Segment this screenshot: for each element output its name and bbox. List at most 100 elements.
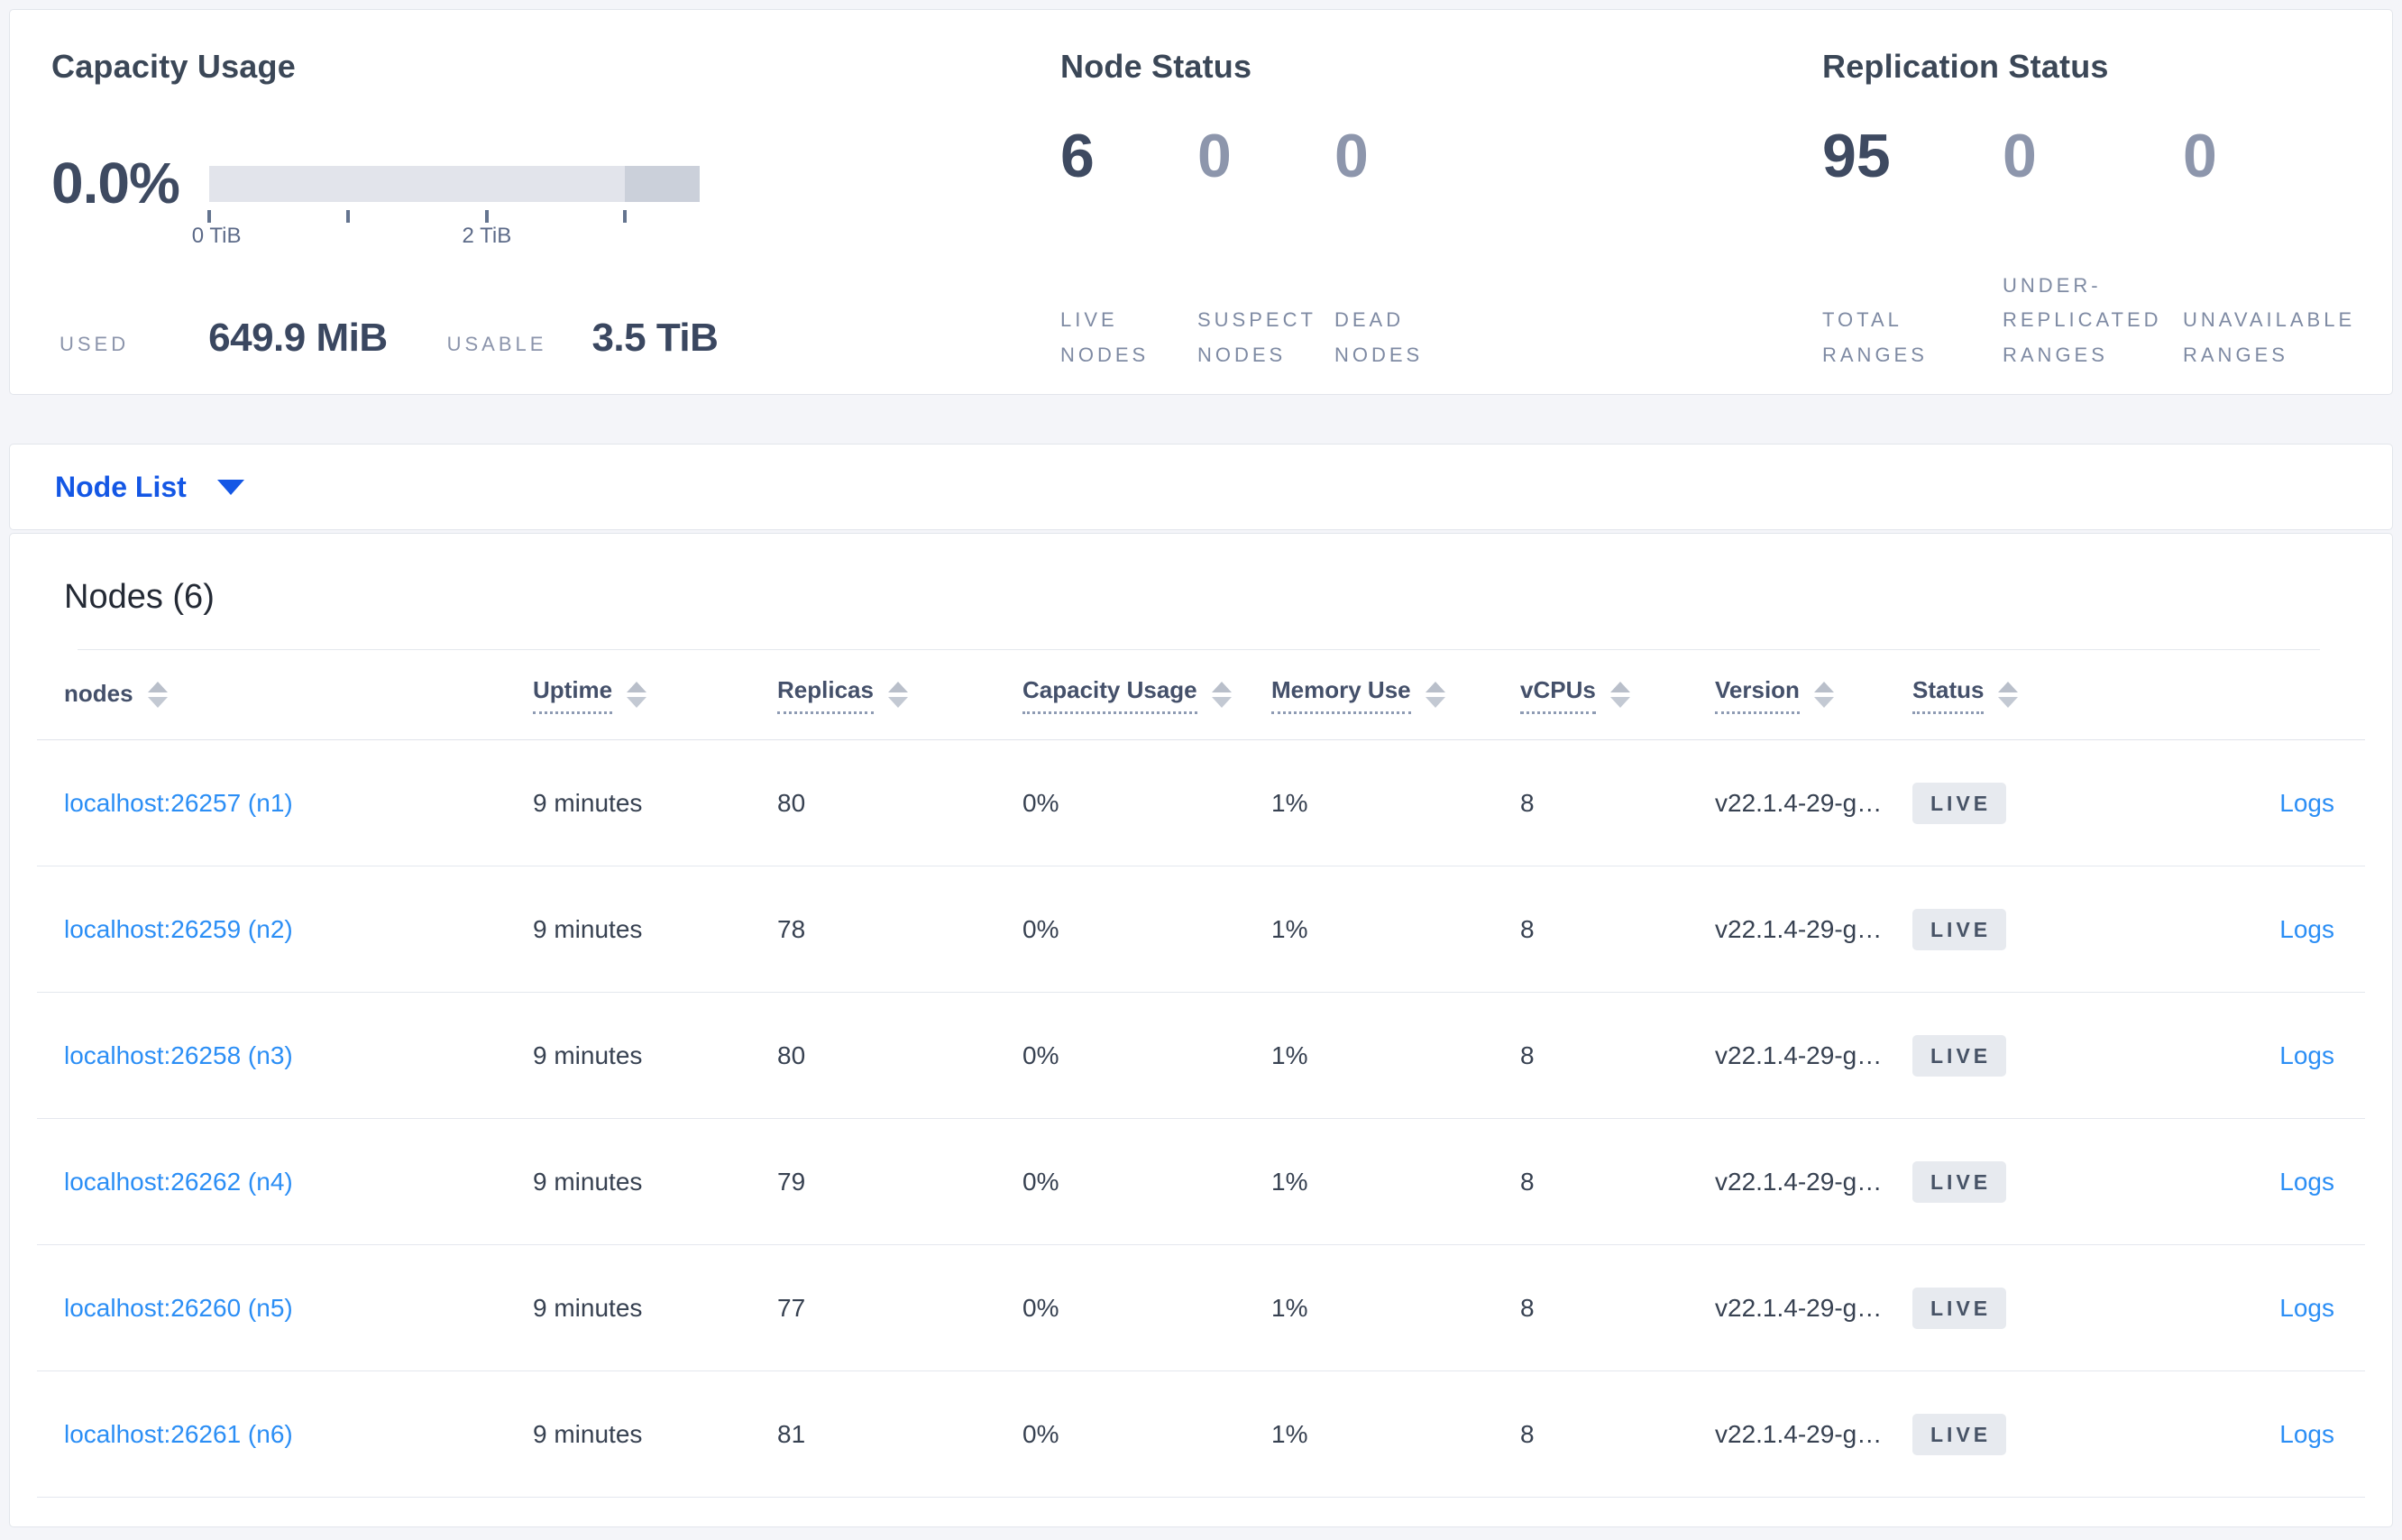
- node-address-link[interactable]: localhost:26259 (n2): [64, 915, 293, 943]
- table-row: localhost:26261 (n6) 9 minutes 81 0% 1% …: [37, 1371, 2365, 1498]
- column-header-label: Memory Use: [1271, 676, 1411, 714]
- column-header-nodes[interactable]: nodes: [37, 680, 533, 710]
- uptime-cell: 9 minutes: [533, 1293, 643, 1322]
- column-header-label: vCPUs: [1520, 676, 1596, 714]
- memory-use-cell: 1%: [1271, 788, 1308, 817]
- replicas-cell: 79: [777, 1167, 806, 1196]
- column-header-label: Version: [1715, 676, 1800, 714]
- total-ranges-value: 95: [1822, 122, 1891, 190]
- sort-icon[interactable]: [1813, 682, 1834, 708]
- capacity-axis-ticks: [207, 202, 700, 224]
- replicas-cell: 80: [777, 1040, 806, 1069]
- under-replicated-ranges-label: UNDER- REPLICATED RANGES: [2003, 273, 2162, 366]
- node-address-cell: localhost:26259 (n2): [37, 915, 533, 944]
- column-header-status[interactable]: Status: [1912, 676, 2129, 714]
- column-header-vcpus[interactable]: vCPUs: [1520, 676, 1715, 714]
- node-address-link[interactable]: localhost:26260 (n5): [64, 1294, 293, 1322]
- vcpus-cell: 8: [1520, 1040, 1535, 1069]
- capacity-axis-tick: [484, 210, 489, 223]
- capacity-usage-cell: 0%: [1022, 788, 1059, 817]
- sort-icon[interactable]: [627, 682, 647, 708]
- node-address-link[interactable]: localhost:26262 (n4): [64, 1168, 293, 1196]
- table-row: localhost:26259 (n2) 9 minutes 78 0% 1% …: [37, 866, 2365, 993]
- node-list-dropdown[interactable]: Node List: [55, 471, 244, 504]
- replicas-cell: 77: [777, 1293, 806, 1322]
- table-row: localhost:26262 (n4) 9 minutes 79 0% 1% …: [37, 1119, 2365, 1245]
- capacity-usage-section: Capacity Usage 0.0% 0 TiB 2 TiB USED 649.…: [51, 48, 1025, 361]
- logs-cell: Logs: [2129, 1420, 2365, 1449]
- overview-page: Capacity Usage 0.0% 0 TiB 2 TiB USED 649.…: [0, 0, 2402, 1527]
- sort-icon[interactable]: [887, 682, 908, 708]
- nodes-table-header: nodes Uptime Replicas Capacity Usage Memory …: [37, 650, 2365, 740]
- node-address-cell: localhost:26261 (n6): [37, 1420, 533, 1449]
- node-address-link[interactable]: localhost:26261 (n6): [64, 1420, 293, 1448]
- capacity-axis-tick: [207, 210, 211, 223]
- memory-use-cell: 1%: [1271, 1419, 1308, 1448]
- status-cell: LIVE: [1912, 1160, 2129, 1203]
- memory-use-cell: 1%: [1271, 1293, 1308, 1322]
- column-header-label: Replicas: [777, 676, 874, 714]
- capacity-usage-title: Capacity Usage: [51, 48, 296, 85]
- version-cell: v22.1.4-29-g…: [1715, 1040, 1883, 1069]
- sort-icon[interactable]: [1609, 682, 1630, 708]
- status-badge: LIVE: [1912, 1413, 2007, 1455]
- capacity-bar-track: [209, 166, 700, 202]
- total-ranges-stat: 95 TOTAL RANGES: [1822, 125, 2003, 372]
- replicas-cell: 80: [777, 788, 806, 817]
- column-header-label: Capacity Usage: [1022, 676, 1197, 714]
- status-cell: LIVE: [1912, 1287, 2129, 1329]
- node-address-link[interactable]: localhost:26258 (n3): [64, 1041, 293, 1069]
- status-badge: LIVE: [1912, 1287, 2007, 1329]
- usable-label: USABLE: [446, 333, 547, 355]
- uptime-cell: 9 minutes: [533, 788, 643, 817]
- node-address-link[interactable]: localhost:26257 (n1): [64, 789, 293, 817]
- capacity-axis-tick: [346, 210, 351, 223]
- memory-use-cell: 1%: [1271, 914, 1308, 943]
- capacity-usage-cell: 0%: [1022, 1040, 1059, 1069]
- column-header-replicas[interactable]: Replicas: [777, 676, 1022, 714]
- logs-cell: Logs: [2129, 1041, 2365, 1070]
- status-cell: LIVE: [1912, 1034, 2129, 1077]
- node-status-stats: 6 LIVE NODES 0 SUSPECT NODES 0 DEAD NODE…: [1060, 125, 1782, 372]
- unavailable-ranges-value: 0: [2183, 122, 2217, 190]
- status-badge: LIVE: [1912, 1160, 2007, 1203]
- column-header-label: Status: [1912, 676, 1985, 714]
- logs-cell: Logs: [2129, 1294, 2365, 1323]
- capacity-usage-cell: 0%: [1022, 1167, 1059, 1196]
- logs-link[interactable]: Logs: [2279, 915, 2334, 943]
- live-nodes-stat: 6 LIVE NODES: [1060, 125, 1197, 372]
- cluster-summary-card: Capacity Usage 0.0% 0 TiB 2 TiB USED 649.…: [9, 9, 2393, 395]
- sort-icon[interactable]: [147, 682, 168, 708]
- column-header-label: Uptime: [533, 676, 613, 714]
- logs-link[interactable]: Logs: [2279, 1294, 2334, 1322]
- column-header-capacity-usage[interactable]: Capacity Usage: [1022, 676, 1271, 714]
- used-value: 649.9 MiB: [208, 316, 388, 360]
- logs-link[interactable]: Logs: [2279, 1420, 2334, 1448]
- capacity-usage-stats: USED 649.9 MiB USABLE 3.5 TiB: [60, 316, 1025, 361]
- uptime-cell: 9 minutes: [533, 914, 643, 943]
- uptime-cell: 9 minutes: [533, 1167, 643, 1196]
- sort-icon[interactable]: [1998, 682, 2019, 708]
- live-nodes-label: LIVE NODES: [1060, 308, 1150, 366]
- logs-cell: Logs: [2129, 1168, 2365, 1196]
- unavailable-ranges-stat: 0 UNAVAILABLE RANGES: [2183, 125, 2381, 372]
- under-replicated-ranges-stat: 0 UNDER- REPLICATED RANGES: [2003, 125, 2183, 372]
- dead-nodes-label: DEAD NODES: [1334, 308, 1424, 366]
- capacity-usage-cell: 0%: [1022, 1293, 1059, 1322]
- sort-icon[interactable]: [1211, 682, 1232, 708]
- total-ranges-label: TOTAL RANGES: [1822, 308, 1928, 366]
- version-cell: v22.1.4-29-g…: [1715, 1293, 1883, 1322]
- sort-icon[interactable]: [1425, 682, 1445, 708]
- logs-link[interactable]: Logs: [2279, 1168, 2334, 1196]
- column-header-version[interactable]: Version: [1715, 676, 1912, 714]
- logs-link[interactable]: Logs: [2279, 1041, 2334, 1069]
- logs-link[interactable]: Logs: [2279, 789, 2334, 817]
- used-label: USED: [60, 333, 130, 355]
- column-header-uptime[interactable]: Uptime: [533, 676, 777, 714]
- memory-use-cell: 1%: [1271, 1167, 1308, 1196]
- replication-status-title: Replication Status: [1822, 48, 2109, 85]
- vcpus-cell: 8: [1520, 1419, 1535, 1448]
- nodes-table-card: Nodes (6) nodes Uptime Replicas Capacity Us…: [9, 533, 2393, 1527]
- column-header-memory-use[interactable]: Memory Use: [1271, 676, 1520, 714]
- capacity-axis-label: 2 TiB: [462, 224, 512, 248]
